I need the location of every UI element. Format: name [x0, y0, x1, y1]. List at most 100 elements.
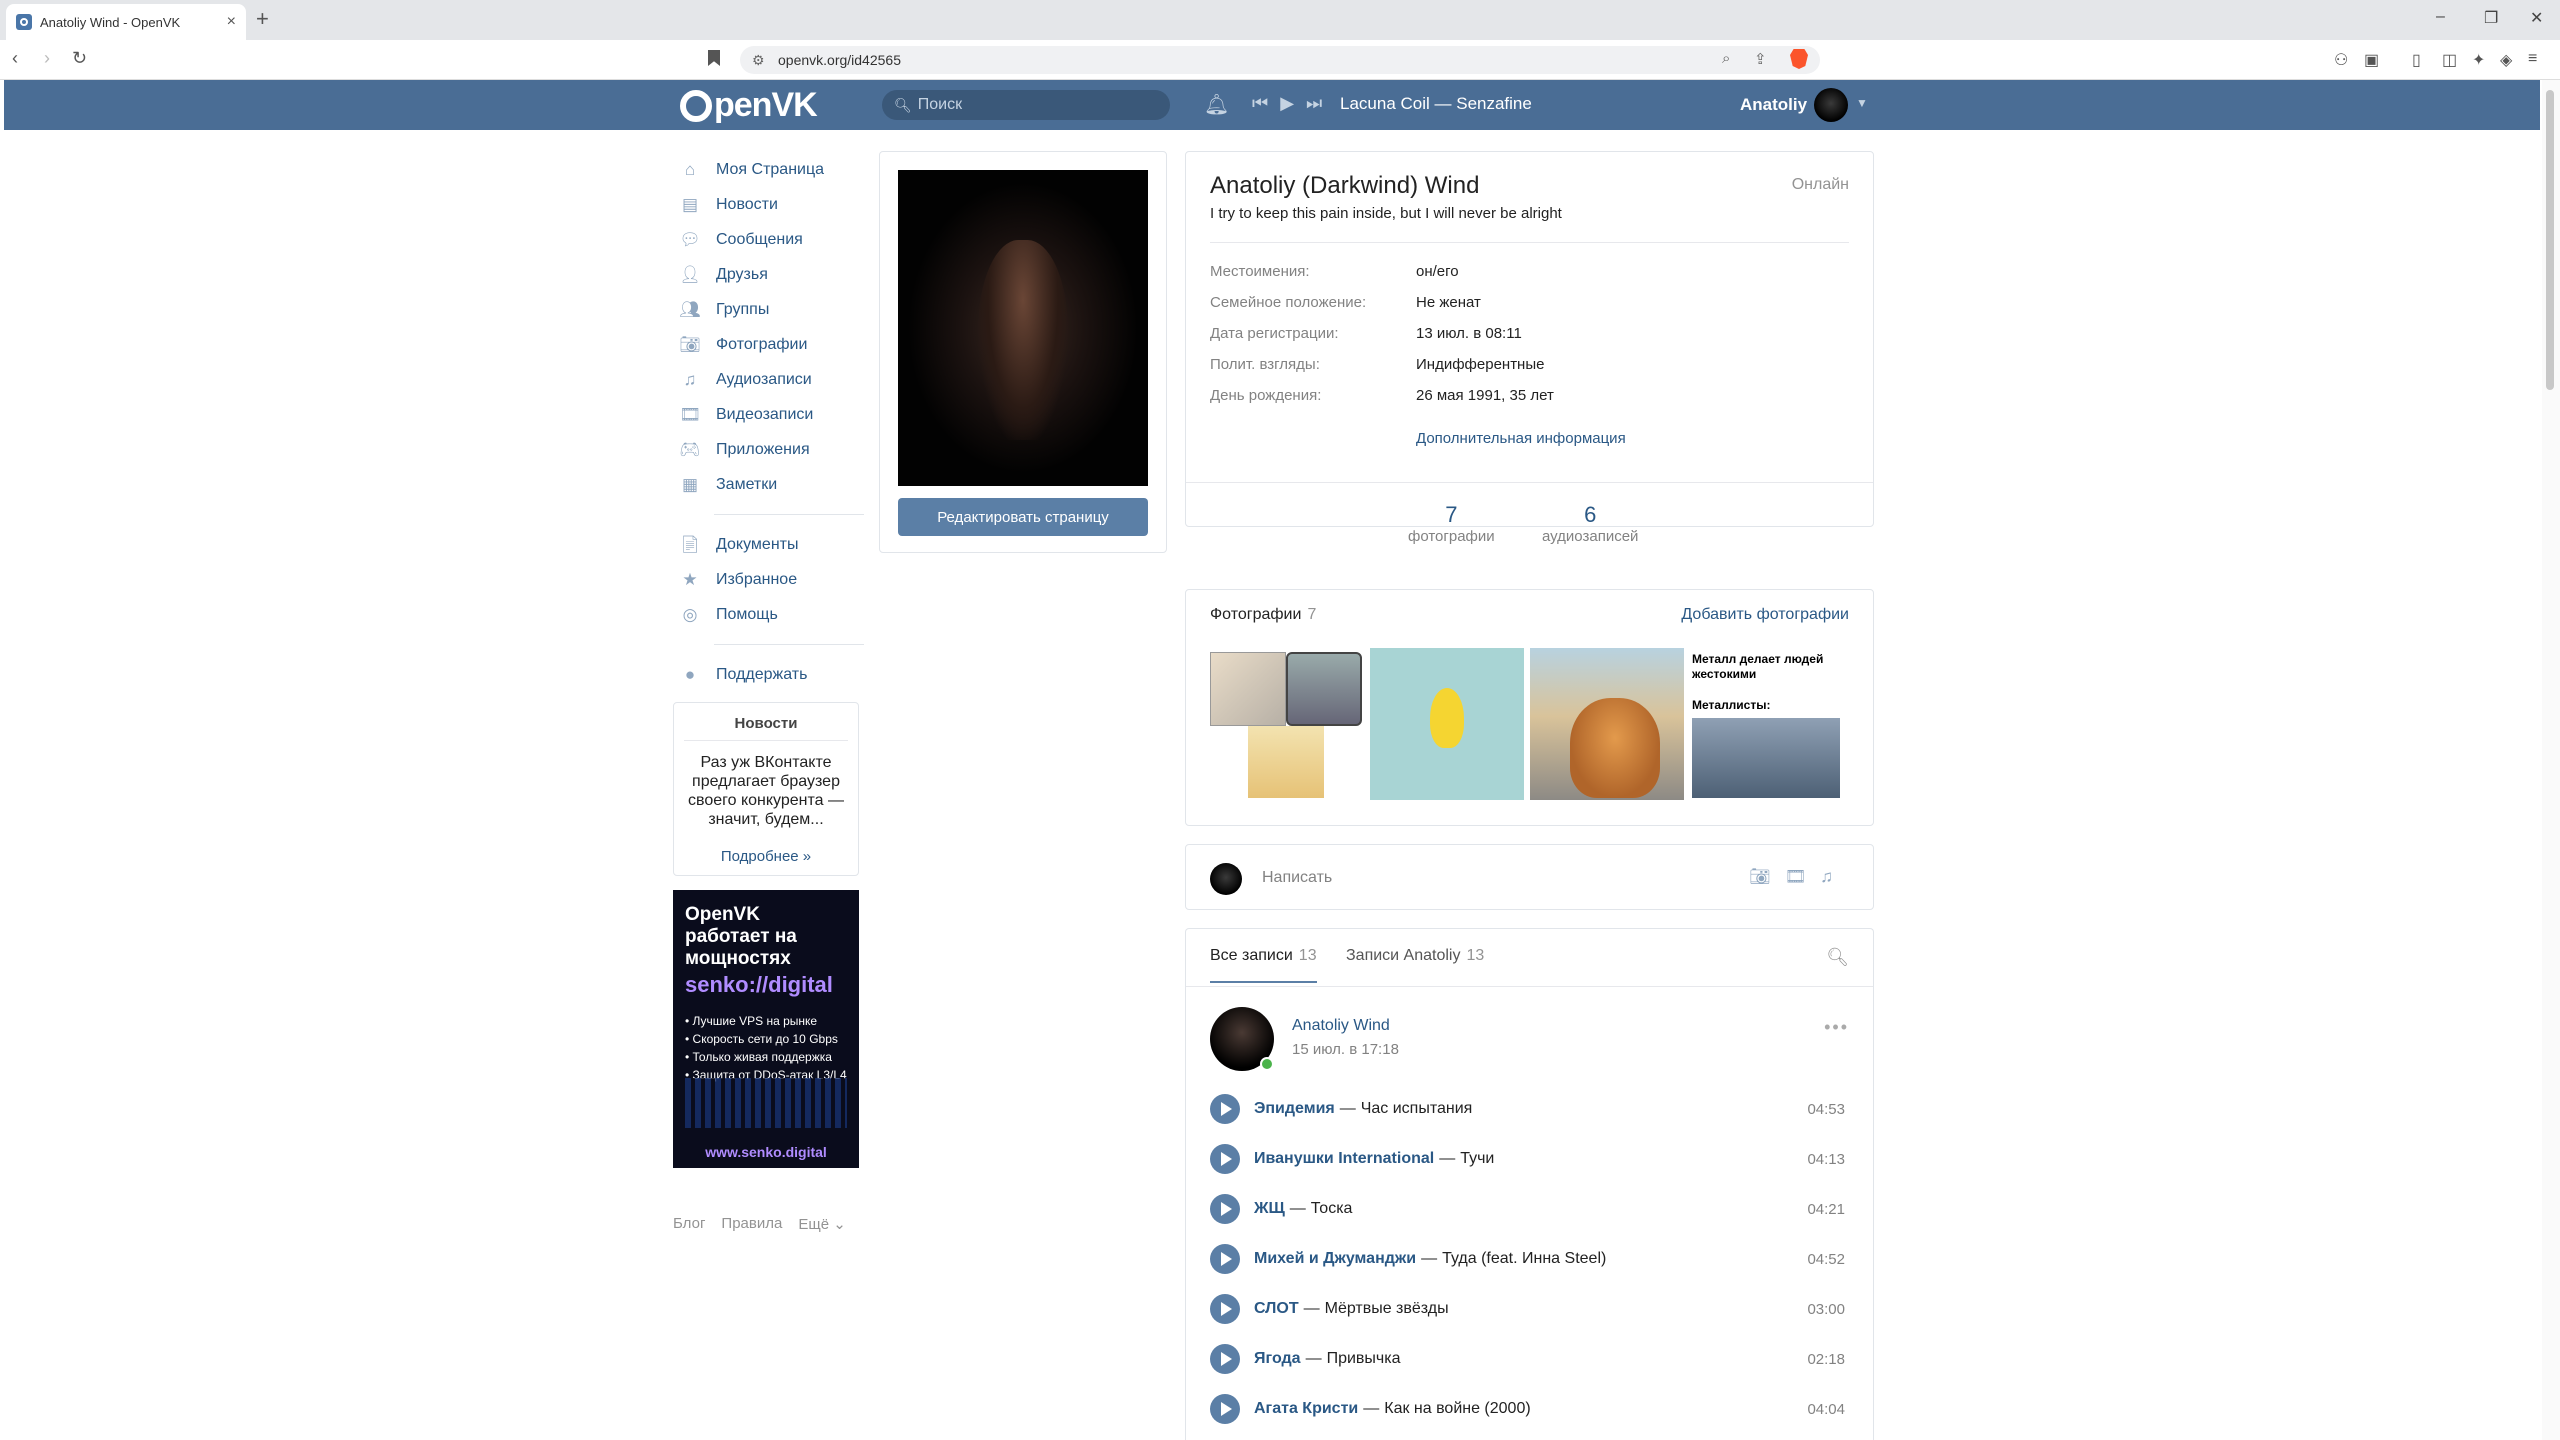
- sidebar-item-groups[interactable]: 👥︎ Группы: [679, 292, 864, 327]
- back-icon[interactable]: ‹: [12, 48, 18, 69]
- sidebar-item-donate[interactable]: ● Поддержать: [680, 657, 864, 692]
- tab-all-posts[interactable]: Все записи 13: [1210, 947, 1317, 983]
- wall-search-icon[interactable]: 🔍︎: [1826, 947, 1849, 968]
- vpn-icon[interactable]: ◈: [2500, 50, 2512, 70]
- footer-rules-link[interactable]: Правила: [721, 1215, 782, 1233]
- notes-icon: ▦: [681, 474, 699, 494]
- track-artist[interactable]: ЖЩ: [1254, 1200, 1285, 1218]
- track-artist[interactable]: Ягода: [1254, 1350, 1301, 1368]
- play-button[interactable]: [1210, 1194, 1240, 1224]
- new-tab-button[interactable]: +: [256, 6, 269, 32]
- openvk-logo[interactable]: penVK: [680, 86, 818, 125]
- browser-tab[interactable]: Anatoliy Wind - OpenVK ×: [6, 4, 246, 40]
- info-value: Не женат: [1416, 294, 1481, 311]
- post-date[interactable]: 15 июл. в 17:18: [1292, 1041, 1399, 1058]
- tab-close-button[interactable]: ×: [227, 13, 236, 31]
- profile-photo[interactable]: [898, 170, 1148, 486]
- post-composer[interactable]: Написать 📷︎ 🎞︎ ♫: [1185, 844, 1874, 910]
- audio-track: Иванушки International — Тучи 04:13: [1210, 1143, 1845, 1175]
- scrollbar-thumb[interactable]: [2546, 90, 2554, 390]
- photos-counter[interactable]: 7 фотографии: [1408, 502, 1495, 545]
- photos-heading[interactable]: Фотографии 7: [1210, 606, 1316, 624]
- previous-track-icon[interactable]: ⏮︎: [1252, 93, 1268, 114]
- music-icon[interactable]: ♫: [1820, 867, 1833, 887]
- play-button[interactable]: [1210, 1094, 1240, 1124]
- track-title: Туда (feat. Инна Steel): [1442, 1250, 1607, 1267]
- sidebar-item-photos[interactable]: 📷︎ Фотографии: [679, 327, 864, 362]
- more-info-link[interactable]: Дополнительная информация: [1416, 430, 1626, 447]
- profile-status[interactable]: I try to keep this pain inside, but I wi…: [1210, 205, 1562, 222]
- zoom-icon[interactable]: ⌕: [1722, 50, 1730, 67]
- page-scrollbar[interactable]: [2542, 80, 2560, 1440]
- site-settings-icon[interactable]: ⚙: [752, 52, 765, 69]
- share-icon[interactable]: ⇪: [1754, 50, 1767, 68]
- track-artist[interactable]: Михей и Джуманджи: [1254, 1250, 1416, 1268]
- logo-text: penVK: [714, 86, 818, 124]
- track-artist[interactable]: Эпидемия: [1254, 1100, 1335, 1118]
- header-avatar[interactable]: [1814, 88, 1848, 122]
- track-duration: 04:13: [1807, 1150, 1845, 1168]
- online-indicator: [1260, 1057, 1274, 1071]
- chevron-down-icon[interactable]: ▼: [1856, 96, 1868, 110]
- play-button[interactable]: [1210, 1244, 1240, 1274]
- photo-thumbnail[interactable]: [1370, 648, 1524, 800]
- minimize-button[interactable]: –: [2436, 8, 2445, 26]
- now-playing-text[interactable]: Lacuna Coil — Senzafine: [1340, 94, 1532, 114]
- notifications-bell-icon[interactable]: 🔔︎: [1204, 92, 1229, 117]
- close-window-button[interactable]: ✕: [2530, 8, 2543, 28]
- sidebar-item-friends[interactable]: 👤︎ Друзья: [679, 257, 864, 292]
- ad-bullet: • Только живая поддержка: [685, 1050, 832, 1064]
- sidebar-item-audio[interactable]: ♫ Аудиозаписи: [680, 362, 864, 397]
- composer-placeholder[interactable]: Написать: [1262, 869, 1332, 887]
- play-icon[interactable]: ▶: [1280, 93, 1294, 114]
- post-author-name[interactable]: Anatoliy Wind: [1292, 1017, 1390, 1035]
- track-artist[interactable]: Иванушки International: [1254, 1150, 1434, 1168]
- post-menu-button[interactable]: •••: [1824, 1017, 1849, 1038]
- sidebar-toggle-icon[interactable]: ▯: [2412, 50, 2421, 70]
- url-bar[interactable]: ⚙ openvk.org/id42565: [740, 46, 1820, 74]
- sidebar-item-favorites[interactable]: ★ Избранное: [680, 562, 864, 597]
- play-button[interactable]: [1210, 1344, 1240, 1374]
- sidebar-item-apps[interactable]: 🎮︎ Приложения: [679, 432, 864, 467]
- track-artist[interactable]: СЛОТ: [1254, 1300, 1299, 1318]
- search-input[interactable]: [917, 96, 1148, 114]
- sidebar-item-my-page[interactable]: ⌂ Моя Страница: [680, 152, 864, 187]
- sidebar-ad-banner[interactable]: OpenVK работает на мощностях senko://dig…: [673, 890, 859, 1168]
- sidebar-item-news[interactable]: ▤ Новости: [680, 187, 864, 222]
- forward-icon[interactable]: ›: [44, 48, 50, 69]
- track-artist[interactable]: Агата Кристи: [1254, 1400, 1358, 1418]
- photo-thumbnail[interactable]: Металл делает людей жестокими Металлисты…: [1690, 648, 1844, 800]
- bookmark-icon[interactable]: [708, 50, 720, 66]
- sidebar-item-help[interactable]: ◎ Помощь: [680, 597, 864, 632]
- photo-thumbnail[interactable]: [1530, 648, 1684, 800]
- add-photos-link[interactable]: Добавить фотографии: [1681, 606, 1849, 624]
- camera-icon[interactable]: 📷︎: [1749, 867, 1771, 887]
- header-user-name[interactable]: Anatoliy: [1740, 95, 1807, 115]
- wallet-icon[interactable]: ◫: [2442, 50, 2457, 70]
- reload-icon[interactable]: ↻: [72, 48, 87, 69]
- audio-counter[interactable]: 6 аудиозаписей: [1542, 502, 1638, 545]
- track-separator: —: [1421, 1250, 1438, 1267]
- media-icon[interactable]: ▣: [2364, 50, 2379, 70]
- photo-thumbnail[interactable]: [1210, 648, 1364, 800]
- play-button[interactable]: [1210, 1294, 1240, 1324]
- gamepad-icon: 🎮︎: [679, 439, 701, 459]
- video-icon[interactable]: 🎞︎: [1785, 867, 1807, 887]
- play-button[interactable]: [1210, 1394, 1240, 1424]
- sidebar-item-documents[interactable]: 📄︎ Документы: [679, 527, 864, 562]
- edit-page-button[interactable]: Редактировать страницу: [898, 498, 1148, 536]
- sidebar-item-video[interactable]: 🎞︎ Видеозаписи: [679, 397, 864, 432]
- sidebar-item-notes[interactable]: ▦ Заметки: [680, 467, 864, 502]
- sidebar-item-messages[interactable]: 💬︎ Сообщения: [679, 222, 864, 257]
- ad-site-link[interactable]: www.senko.digital: [673, 1144, 859, 1160]
- footer-blog-link[interactable]: Блог: [673, 1215, 705, 1233]
- play-button[interactable]: [1210, 1144, 1240, 1174]
- footer-more-link[interactable]: Ещё ⌄: [798, 1215, 845, 1233]
- next-track-icon[interactable]: ⏭︎: [1306, 93, 1322, 114]
- menu-icon[interactable]: ≡: [2528, 50, 2537, 68]
- extension-icon[interactable]: ⚇: [2334, 50, 2348, 70]
- leo-ai-icon[interactable]: ✦: [2472, 50, 2485, 70]
- tab-owner-posts[interactable]: Записи Anatoliy 13: [1346, 947, 1484, 981]
- news-card-more-link[interactable]: Подробнее »: [674, 848, 858, 865]
- maximize-button[interactable]: ❐: [2484, 8, 2498, 28]
